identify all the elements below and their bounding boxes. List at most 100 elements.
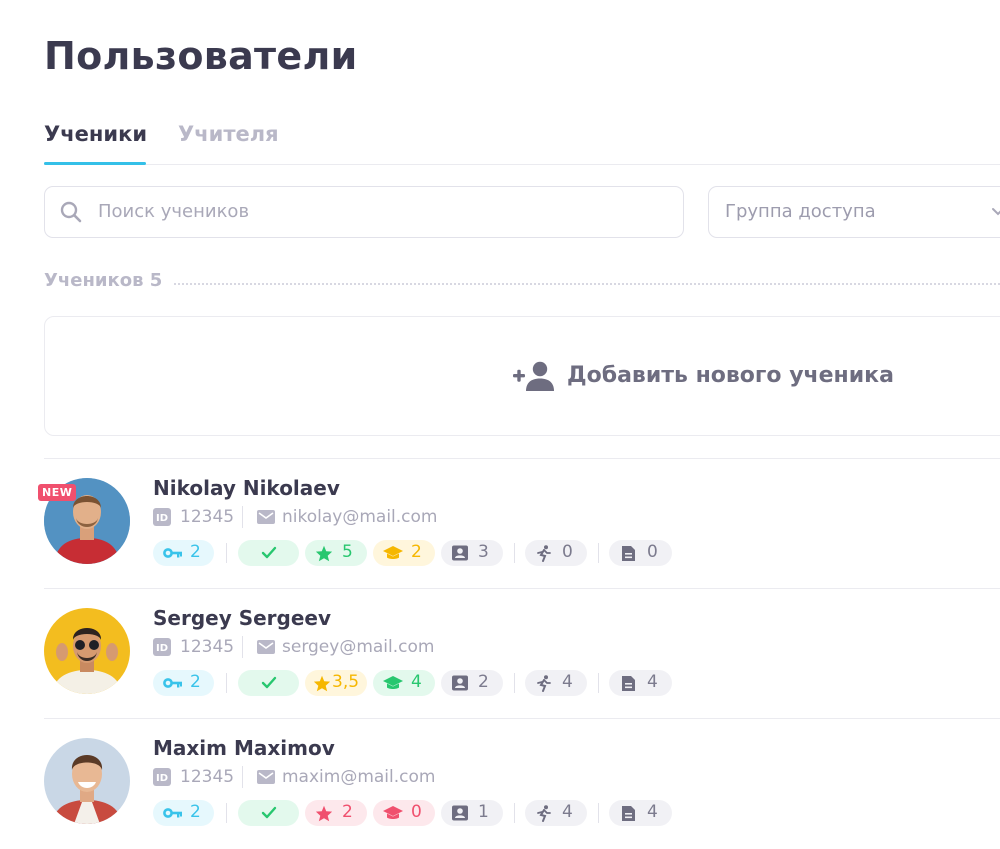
meta-separator <box>242 636 243 658</box>
list-item[interactable]: Sergey Sergeev ID 12345 sergey@mail.com … <box>0 588 1000 718</box>
user-id: 12345 <box>180 767 235 787</box>
students-count: Учеников 5 <box>44 270 175 291</box>
activity-chip[interactable]: 4 <box>525 800 587 826</box>
documents-count: 4 <box>647 672 658 692</box>
check-chip[interactable] <box>238 800 299 826</box>
user-name[interactable]: Nikolay Nikolaev <box>153 476 340 500</box>
new-badge: NEW <box>38 484 77 501</box>
user-name[interactable]: Sergey Sergeev <box>153 606 331 630</box>
list-item[interactable]: NEW Nikolay Nikolaev ID 12345 nikolay@ma… <box>0 458 1000 588</box>
keys-chip[interactable]: 2 <box>153 540 214 566</box>
chips-separator <box>598 803 599 823</box>
keys-chip[interactable]: 2 <box>153 670 214 696</box>
chips-separator <box>598 673 599 693</box>
documents-chip[interactable]: 0 <box>609 540 672 566</box>
check-chip[interactable] <box>238 670 299 696</box>
chips-separator <box>514 543 515 563</box>
students-count-row: Учеников 5 <box>44 270 1000 294</box>
key-icon <box>163 808 182 818</box>
chips-separator <box>226 543 227 563</box>
id-icon: ID <box>153 768 171 786</box>
tab-teachers[interactable]: Учителя <box>178 122 279 146</box>
profiles-chip[interactable]: 1 <box>441 800 503 826</box>
key-icon <box>163 678 182 688</box>
keys-count: 2 <box>190 542 201 562</box>
keys-count: 2 <box>190 672 201 692</box>
profile-card-icon <box>452 675 468 691</box>
tab-students[interactable]: Ученики <box>44 122 147 146</box>
running-icon <box>537 805 551 822</box>
check-icon <box>261 676 277 689</box>
profiles-chip[interactable]: 3 <box>441 540 503 566</box>
documents-count: 4 <box>647 802 658 822</box>
profiles-count: 3 <box>478 542 489 562</box>
courses-chip[interactable]: 4 <box>373 670 435 696</box>
chips-separator <box>226 803 227 823</box>
chevron-down-icon <box>992 208 1000 216</box>
user-name[interactable]: Maxim Maximov <box>153 736 335 760</box>
id-icon: ID <box>153 638 171 656</box>
courses-count: 4 <box>411 672 422 692</box>
meta-separator <box>242 506 243 528</box>
stars-count: 2 <box>342 802 353 822</box>
access-group-placeholder: Группа доступа <box>725 201 876 222</box>
running-icon <box>537 545 551 562</box>
list-item[interactable]: Maxim Maximov ID 12345 maxim@mail.com 2 <box>0 718 1000 848</box>
profile-card-icon <box>452 805 468 821</box>
stars-count: 5 <box>342 542 353 562</box>
user-id: 12345 <box>180 637 235 657</box>
star-icon <box>315 545 333 562</box>
add-student-button[interactable]: Добавить нового ученика <box>44 316 1000 436</box>
page-title: Пользователи <box>44 34 358 78</box>
avatar <box>44 608 130 694</box>
stars-chip[interactable]: 5 <box>305 540 367 566</box>
star-icon <box>315 805 333 822</box>
running-icon <box>537 675 551 692</box>
svg-text:ID: ID <box>156 513 168 524</box>
activity-chip[interactable]: 4 <box>525 670 587 696</box>
activity-count: 4 <box>562 672 573 692</box>
activity-count: 4 <box>562 802 573 822</box>
access-group-select[interactable]: Группа доступа <box>708 186 1000 238</box>
id-icon: ID <box>153 508 171 526</box>
profile-card-icon <box>452 545 468 561</box>
graduation-cap-icon <box>383 806 403 819</box>
meta-separator <box>242 766 243 788</box>
activity-count: 0 <box>562 542 573 562</box>
add-student-label: Добавить нового ученика <box>567 363 894 388</box>
keys-count: 2 <box>190 802 201 822</box>
user-email[interactable]: nikolay@mail.com <box>282 507 437 527</box>
search-icon <box>60 201 82 223</box>
courses-chip[interactable]: 2 <box>373 540 435 566</box>
check-chip[interactable] <box>238 540 299 566</box>
courses-count: 2 <box>411 542 422 562</box>
graduation-cap-icon <box>383 546 403 559</box>
key-icon <box>163 548 182 558</box>
svg-text:ID: ID <box>156 643 168 654</box>
user-email[interactable]: sergey@mail.com <box>282 637 434 657</box>
tabs-bar: Ученики Учителя <box>44 120 1000 165</box>
profiles-chip[interactable]: 2 <box>441 670 503 696</box>
documents-chip[interactable]: 4 <box>609 800 672 826</box>
dotted-divider <box>174 283 1000 285</box>
star-icon <box>313 675 331 692</box>
active-tab-indicator <box>44 162 146 165</box>
user-email[interactable]: maxim@mail.com <box>282 767 435 787</box>
stars-chip[interactable]: 2 <box>305 800 367 826</box>
graduation-cap-icon <box>383 676 403 689</box>
courses-count: 0 <box>411 802 422 822</box>
stars-count: 3,5 <box>332 672 360 692</box>
chips-separator <box>226 673 227 693</box>
document-icon <box>622 676 635 691</box>
chips-separator <box>514 803 515 823</box>
documents-chip[interactable]: 4 <box>609 670 672 696</box>
search-input[interactable]: Поиск учеников <box>44 186 684 238</box>
activity-chip[interactable]: 0 <box>525 540 587 566</box>
courses-chip[interactable]: 0 <box>373 800 435 826</box>
stars-chip[interactable]: 3,5 <box>305 670 367 696</box>
keys-chip[interactable]: 2 <box>153 800 214 826</box>
avatar <box>44 738 130 824</box>
documents-count: 0 <box>647 542 658 562</box>
user-id: 12345 <box>180 507 235 527</box>
mail-icon <box>257 770 275 784</box>
